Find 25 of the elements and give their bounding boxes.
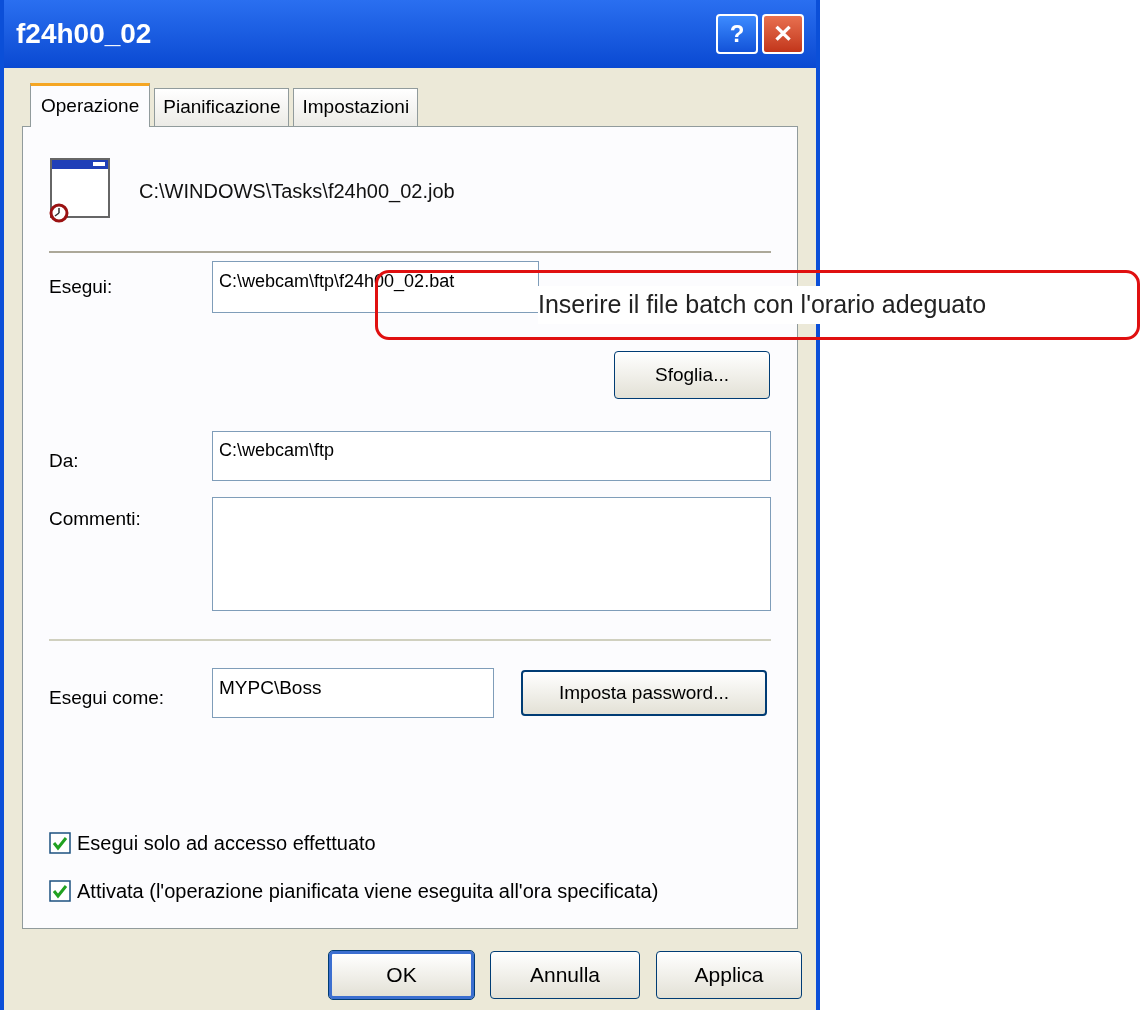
start-in-label: Da: — [49, 448, 80, 473]
comments-field[interactable] — [212, 497, 771, 611]
start-in-field[interactable]: C:\webcam\ftp — [212, 431, 771, 481]
window-title: f24h00_02 — [16, 17, 152, 51]
tab[interactable]: Impostazioni — [293, 88, 419, 126]
task-file-path: C:\WINDOWS\Tasks\f24h00_02.job — [139, 179, 455, 205]
checkbox-label: Esegui solo ad accesso effettuato — [77, 831, 376, 856]
run-as-field[interactable]: MYPC\Boss — [212, 668, 494, 718]
browse-button[interactable]: Sfoglia... — [614, 351, 770, 399]
comments-label: Commenti: — [49, 507, 142, 531]
checkbox[interactable] — [49, 880, 71, 902]
dialog-button[interactable]: OK — [329, 951, 474, 999]
callout-text: Inserire il file batch con l'orario adeguato — [538, 286, 987, 324]
set-password-button[interactable]: Imposta password... — [521, 670, 767, 716]
close-button[interactable]: ✕ — [762, 14, 804, 54]
run-as-label: Esegui come: — [49, 685, 166, 710]
scheduled-window-icon — [49, 157, 113, 225]
checkbox-label: Attivata (l'operazione pianificata viene eseguita all'ora specificata) — [77, 879, 659, 904]
tab[interactable]: Operazione — [30, 83, 151, 127]
dialog-button[interactable]: Annulla — [490, 951, 640, 999]
dialog-button[interactable]: Applica — [656, 951, 802, 999]
checkbox[interactable] — [49, 832, 71, 854]
run-label: Esegui: — [49, 274, 114, 299]
help-button[interactable]: ? — [716, 14, 758, 54]
tab[interactable]: Pianificazione — [154, 88, 290, 126]
